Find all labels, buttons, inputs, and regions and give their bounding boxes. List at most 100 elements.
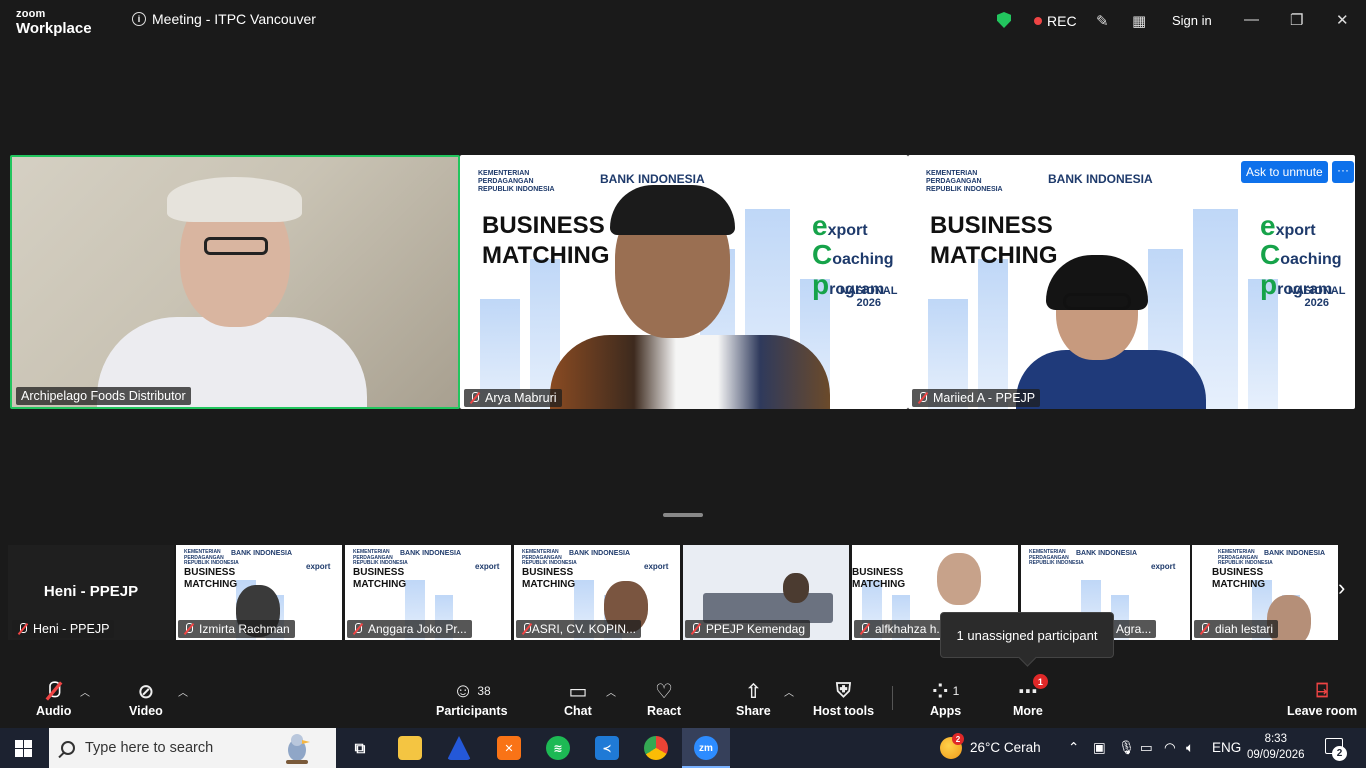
vscode-icon[interactable]: ≺	[595, 736, 619, 760]
title-bar: zoom Workplace i Meeting - ITPC Vancouve…	[0, 0, 1366, 44]
program-logo: export	[475, 562, 500, 571]
program-edition: NASIONAL 2026	[840, 285, 898, 309]
filmstrip-tile[interactable]: KEMENTERIAN PERDAGANGAN REPUBLIK INDONES…	[1192, 545, 1338, 640]
participants-button[interactable]: ☺ 38 Participants	[436, 678, 508, 719]
slide-headline: BUSINESS MATCHING	[353, 567, 407, 590]
filmstrip-next-icon[interactable]: ›	[1338, 575, 1345, 601]
meeting-info[interactable]: i Meeting - ITPC Vancouver	[132, 11, 316, 27]
close-icon[interactable]: ✕	[1336, 11, 1349, 29]
filmstrip-tile[interactable]: KEMENTERIAN PERDAGANGAN REPUBLIK INDONES…	[176, 545, 342, 640]
bank-indonesia-logo-text: BANK INDONESIA	[400, 550, 462, 557]
language-indicator[interactable]: ENG	[1212, 740, 1241, 755]
rec-dot-icon	[1034, 17, 1042, 25]
audio-options-chevron-up-icon[interactable]: ︿	[80, 684, 90, 699]
zoom-window: zoom Workplace i Meeting - ITPC Vancouve…	[0, 0, 1366, 768]
tray-mic-icon[interactable]: 🎙︎	[1118, 740, 1135, 756]
self-name: Heni - PPEJP	[43, 583, 139, 600]
participant-name: Archipelago Foods Distributor	[21, 389, 186, 403]
ask-to-unmute-button[interactable]: Ask to unmute	[1241, 161, 1328, 183]
participant-hair	[610, 185, 735, 235]
chrome-icon[interactable]	[644, 736, 668, 760]
video-button[interactable]: ⊘ Video	[129, 678, 163, 719]
participant-name-label: Mariied A - PPEJP	[912, 389, 1041, 407]
participant-name-label: PPEJP Kemendag	[685, 620, 810, 638]
weather-badge: 2	[952, 733, 964, 745]
weather-text[interactable]: 26°C Cerah	[970, 740, 1041, 755]
restore-icon[interactable]: ❐	[1290, 11, 1303, 29]
recording-indicator[interactable]: REC	[1034, 13, 1077, 29]
task-view-icon[interactable]: ⧉	[348, 736, 372, 760]
magic-wand-icon[interactable]: ✎	[1096, 12, 1109, 30]
zoom-app-icon: zm	[694, 736, 718, 760]
mic-muted-icon	[352, 623, 364, 635]
host-tools-button[interactable]: ⛨ Host tools	[813, 678, 874, 719]
more-button[interactable]: ⋯ 1 More	[1013, 674, 1048, 718]
participant-video	[703, 593, 833, 623]
bank-indonesia-logo-text: BANK INDONESIA	[1048, 172, 1153, 186]
self-view-tile[interactable]: Heni - PPEJP Heni - PPEJP	[8, 545, 174, 640]
notification-count-badge: 2	[1332, 746, 1347, 761]
audio-button[interactable]: Audio	[36, 678, 71, 718]
search-placeholder: Type here to search	[85, 740, 214, 756]
leave-door-icon: ⍈	[1316, 679, 1329, 702]
apps-button[interactable]: ⁘ 1 Apps	[930, 678, 961, 719]
encryption-shield-icon[interactable]	[997, 12, 1011, 28]
tile-more-options-button[interactable]: ···	[1332, 161, 1354, 183]
video-tile[interactable]: KEMENTERIAN PERDAGANGAN REPUBLIK INDONES…	[460, 155, 908, 409]
participant-name: Arya Mabruri	[485, 391, 557, 405]
participant-name-label: Heni - PPEJP	[12, 620, 115, 638]
mic-muted-icon	[917, 392, 929, 404]
participant-name-label: Izmirta Rachman	[178, 620, 295, 638]
resize-handle[interactable]	[663, 513, 703, 517]
spotify-icon[interactable]: ≋	[546, 736, 570, 760]
zoom-taskbar-item-active[interactable]: zm	[682, 728, 730, 768]
xampp-icon[interactable]: ✕	[497, 736, 521, 760]
chat-button[interactable]: ▭ Chat	[564, 678, 592, 719]
windows-start-icon[interactable]	[15, 740, 32, 757]
video-tile-active-speaker[interactable]: Archipelago Foods Distributor	[10, 155, 460, 409]
react-button[interactable]: ♡ React	[647, 678, 681, 719]
filmstrip-tile[interactable]: PPEJP Kemendag	[683, 545, 849, 640]
volume-icon[interactable]: 🔈︎	[1186, 740, 1194, 756]
participant-glasses	[1063, 293, 1131, 310]
bank-indonesia-logo-text: BANK INDONESIA	[231, 550, 293, 557]
view-grid-icon[interactable]: ▦	[1132, 12, 1146, 30]
mic-muted-icon	[469, 392, 481, 404]
zoom-logo: zoom Workplace	[16, 9, 92, 37]
minimize-icon[interactable]: —	[1244, 11, 1259, 28]
participant-glasses	[204, 237, 268, 255]
taskbar-clock[interactable]: 8:33 09/09/2026	[1247, 732, 1305, 763]
mic-muted-icon	[1199, 623, 1211, 635]
battery-icon[interactable]: ▭	[1140, 740, 1153, 756]
tray-camera-icon[interactable]: ▣	[1093, 740, 1106, 756]
bank-indonesia-logo-text: BANK INDONESIA	[600, 172, 705, 186]
participant-name: Mariied A - PPEJP	[933, 391, 1036, 405]
arc-app-icon[interactable]	[447, 736, 471, 760]
share-options-chevron-up-icon[interactable]: ︿	[784, 684, 794, 699]
meeting-title: Meeting - ITPC Vancouver	[152, 11, 316, 27]
file-explorer-icon[interactable]	[398, 736, 422, 760]
share-button[interactable]: ⇧ Share	[736, 678, 771, 719]
sign-in-button[interactable]: Sign in	[1172, 13, 1212, 28]
notification-badge: 1	[1032, 674, 1048, 689]
mic-muted-icon	[48, 678, 61, 704]
filmstrip-tile[interactable]: KEMENTERIAN PERDAGANGAN REPUBLIK INDONES…	[345, 545, 511, 640]
slide-headline: BUSINESS MATCHING	[1212, 567, 1266, 590]
share-screen-icon: ⇧	[744, 680, 762, 703]
chat-options-chevron-up-icon[interactable]: ︿	[606, 684, 616, 699]
participant-name-label: diah lestari	[1194, 620, 1279, 638]
slide-headline: BUSINESS MATCHING	[852, 567, 906, 590]
leave-room-button[interactable]: ⍈ Leave room	[1287, 678, 1357, 719]
heart-icon: ♡	[655, 680, 673, 703]
video-options-chevron-up-icon[interactable]: ︿	[178, 684, 188, 699]
taskbar-search-box[interactable]: Type here to search	[49, 728, 336, 768]
windows-taskbar: Type here to search ⧉ ✕ ≋ ≺ zm 2 26°C Ce…	[0, 728, 1366, 768]
mic-muted-icon	[521, 623, 531, 635]
filmstrip-tile[interactable]: KEMENTERIAN PERDAGANGAN REPUBLIK INDONES…	[514, 545, 680, 640]
program-logo: export	[306, 562, 331, 571]
video-tile[interactable]: KEMENTERIAN PERDAGANGAN REPUBLIK INDONES…	[908, 155, 1355, 409]
info-icon[interactable]: i	[132, 12, 146, 26]
tray-chevron-up-icon[interactable]: ⌃	[1068, 740, 1079, 756]
participant-name-label: ASRI, CV. KOPIN...	[516, 620, 641, 638]
wifi-icon[interactable]: ◠	[1164, 740, 1176, 756]
